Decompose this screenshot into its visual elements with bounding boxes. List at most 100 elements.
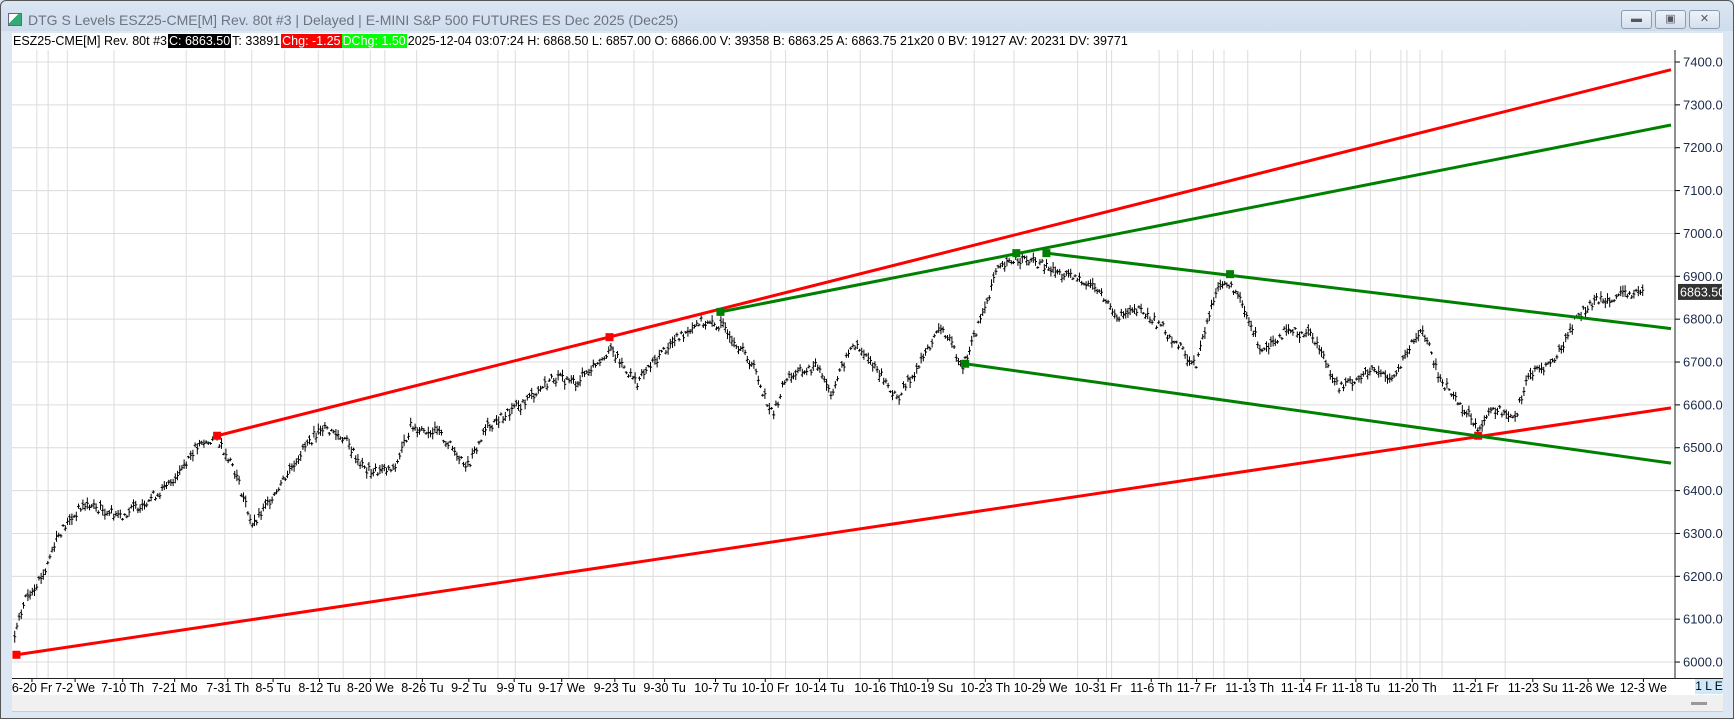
price-bar	[1474, 418, 1478, 429]
x-tick-label: 8-20 We	[347, 681, 394, 695]
price-chart[interactable]: 6000.00 6100.00 6200.00 6300.00 6400.00 6500.…	[12, 50, 1730, 679]
price-bar	[184, 461, 188, 469]
price-bar	[673, 334, 677, 347]
minimize-button[interactable]: ▬	[1621, 10, 1652, 29]
price-bar	[1018, 257, 1022, 270]
y-tick-label: 6800.00	[1683, 312, 1723, 327]
price-bar	[906, 374, 910, 382]
price-bar	[591, 359, 595, 368]
price-bar	[864, 353, 868, 357]
price-bar	[1399, 365, 1403, 369]
price-bar	[1467, 405, 1471, 417]
y-tick-label: 7400.00	[1683, 55, 1723, 70]
price-bar	[1471, 422, 1475, 427]
x-tick-label: 10-14 Tu	[795, 681, 844, 695]
price-bar	[1049, 266, 1053, 277]
price-bar	[1375, 370, 1379, 374]
price-bar	[407, 432, 411, 440]
y-tick-label: 7200.00	[1683, 140, 1723, 155]
price-bar	[1416, 330, 1420, 342]
price-bar	[233, 470, 237, 479]
trendline	[720, 123, 1672, 314]
price-bar	[1570, 324, 1574, 335]
price-bar	[543, 376, 547, 388]
price-bar	[642, 369, 646, 380]
price-bar	[1588, 299, 1592, 305]
price-bar	[466, 456, 470, 467]
x-tick-label: 9-17 We	[538, 681, 585, 695]
price-bar	[154, 496, 158, 501]
legend-tag[interactable]: 1 L E	[1695, 679, 1723, 694]
price-bar	[1597, 301, 1601, 305]
price-bar	[1337, 387, 1341, 394]
y-tick-label: 7100.00	[1683, 183, 1723, 198]
price-bar	[668, 338, 672, 349]
price-bar	[136, 507, 140, 514]
price-bar	[1555, 354, 1559, 360]
price-bar	[1040, 258, 1044, 263]
close-button[interactable]: ✕	[1689, 10, 1720, 29]
price-bar	[1342, 384, 1346, 392]
price-bar	[719, 316, 723, 329]
price-bar	[92, 499, 96, 509]
price-bar	[448, 440, 452, 444]
panel-handle[interactable]	[1691, 702, 1707, 705]
price-bar	[63, 525, 67, 532]
price-bar	[411, 426, 415, 432]
price-bar	[1562, 341, 1566, 353]
price-bar	[638, 376, 642, 381]
price-bar	[442, 439, 446, 444]
price-bar	[292, 460, 296, 472]
price-bar	[994, 267, 998, 275]
title-bar[interactable]: DTG S Levels ESZ25-CME[M] Rev. 80t #3 | …	[1, 1, 1733, 33]
price-bar	[1115, 314, 1119, 322]
restore-button[interactable]: ▣	[1655, 10, 1686, 29]
price-bar	[83, 502, 87, 511]
price-bar	[921, 353, 925, 362]
price-bar	[1419, 328, 1423, 333]
price-bar	[270, 496, 274, 504]
price-bar	[79, 507, 83, 512]
price-bar	[1170, 336, 1174, 348]
price-bar	[127, 507, 131, 517]
price-bar	[470, 448, 474, 459]
price-bar	[1377, 365, 1381, 378]
price-bar	[508, 408, 512, 421]
price-bar	[820, 372, 824, 379]
price-bar	[173, 473, 177, 484]
price-bar	[1278, 333, 1282, 338]
y-tick-label: 6900.00	[1683, 269, 1723, 284]
price-bar	[737, 346, 741, 355]
chart-canvas[interactable]: 6000.00 6100.00 6200.00 6300.00 6400.00 6500.…	[12, 50, 1730, 679]
price-bar	[1287, 324, 1291, 335]
x-tick-label: 11-23 Su	[1508, 681, 1558, 695]
price-bar	[187, 455, 191, 459]
price-bar	[607, 346, 611, 354]
price-bar	[1271, 335, 1275, 347]
price-bar	[1592, 294, 1596, 306]
price-bar	[886, 382, 890, 389]
price-bar	[671, 336, 675, 348]
price-bar	[640, 369, 644, 377]
x-axis[interactable]: 6-20 Fr 7-2 We 7-10 Th 7-21 Mo 7-31 Th 8-5 Tu…	[12, 678, 1723, 695]
price-bar	[550, 373, 554, 379]
price-bar	[1194, 366, 1198, 369]
price-bar	[1150, 320, 1154, 325]
price-bar	[1445, 378, 1449, 389]
price-bar	[985, 297, 989, 305]
trendline-anchor	[1012, 249, 1021, 258]
price-bar	[33, 584, 37, 597]
x-tick-label: 8-26 Tu	[401, 681, 443, 695]
price-bar	[134, 500, 138, 509]
daily-change-value: DChg: 1.50	[341, 34, 407, 48]
price-bar	[666, 342, 670, 355]
price-bar	[781, 380, 785, 388]
price-bar	[807, 364, 811, 369]
x-tick-label: 11-13 Th	[1225, 681, 1274, 695]
price-bar	[838, 368, 842, 372]
price-bar	[68, 514, 72, 526]
price-bar	[404, 439, 408, 443]
price-bar	[1350, 379, 1354, 391]
price-bar	[380, 464, 384, 474]
price-bar	[1480, 420, 1484, 432]
